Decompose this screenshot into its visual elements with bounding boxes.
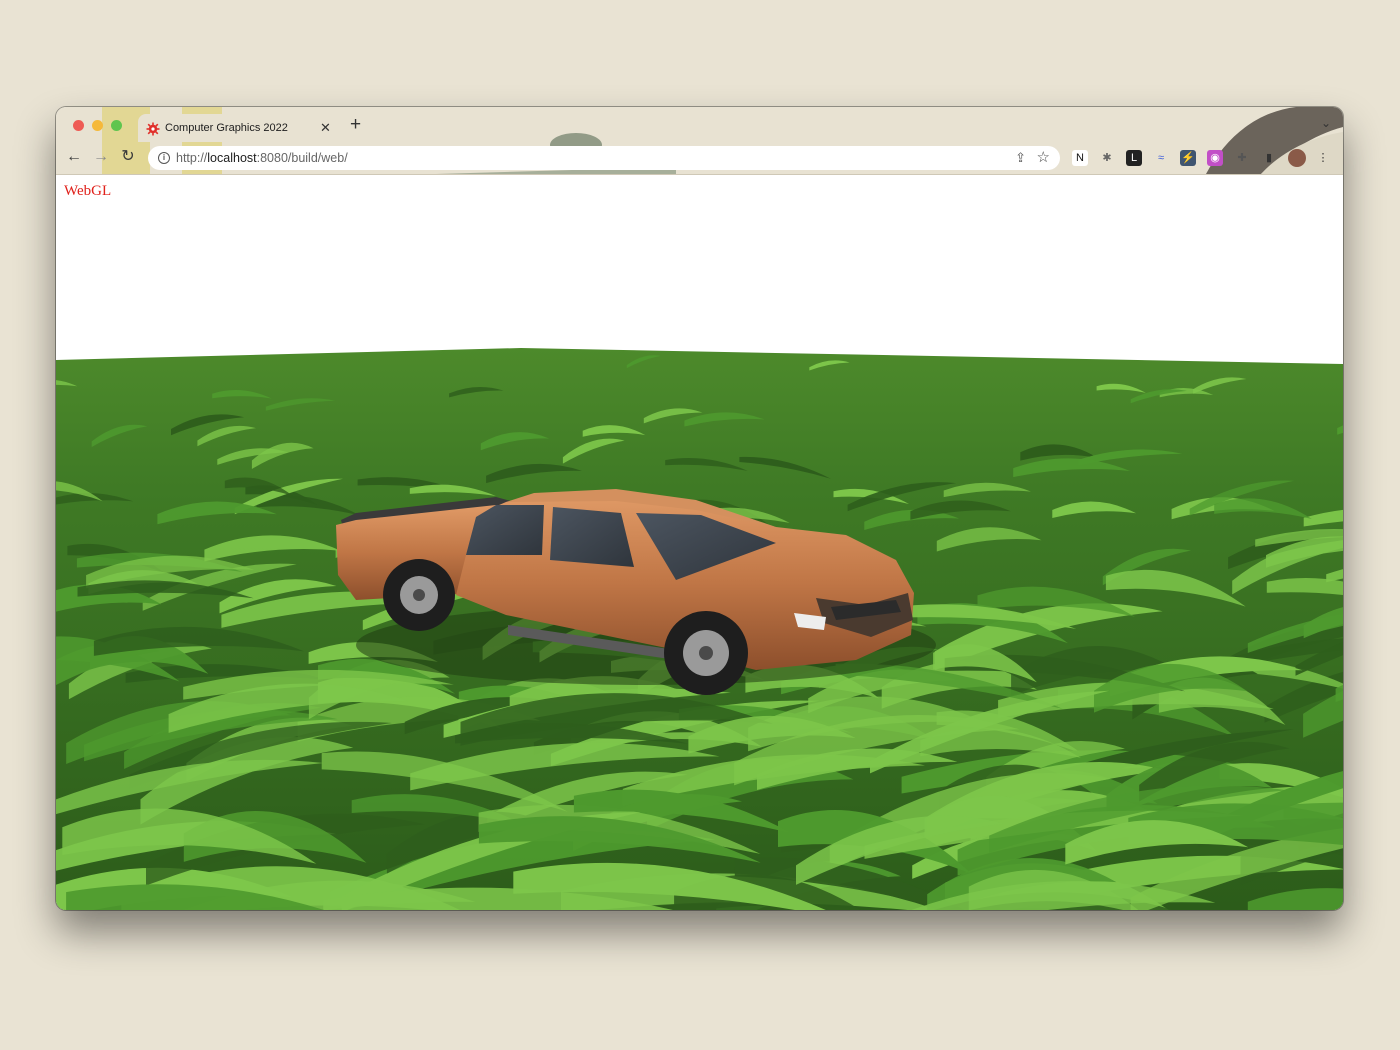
tab-computer-graphics[interactable]: Computer Graphics 2022 ✕ [138,114,338,142]
l-extension-icon[interactable]: L [1126,150,1142,166]
forward-button[interactable]: → [91,146,111,168]
bolt-icon[interactable]: ⚡ [1180,150,1196,166]
url-path: :8080/build/web/ [256,151,348,165]
webgl-title: WebGL [64,183,112,199]
site-info-icon[interactable]: i [158,152,170,164]
puzzle-icon[interactable]: ✚ [1234,150,1250,166]
menu-icon[interactable]: ⋮ [1315,150,1331,166]
page-content: WebGL [56,175,1343,910]
wave-icon[interactable]: ≈ [1153,150,1169,166]
browser-toolbar: Computer Graphics 2022 ✕ + ⌄ ← → ↻ i htt… [56,107,1343,175]
tab-title: Computer Graphics 2022 [165,122,288,134]
tab-close-icon[interactable]: ✕ [320,120,331,136]
bug-icon[interactable]: ✱ [1099,150,1115,166]
window-maximize-button[interactable] [111,120,122,131]
tab-list-chevron-icon[interactable]: ⌄ [1321,116,1331,130]
back-button[interactable]: ← [64,146,84,168]
webgl-canvas[interactable] [56,175,1343,910]
sidepanel-icon[interactable]: ▮ [1261,150,1277,166]
new-tab-button[interactable]: + [350,115,361,135]
window-close-button[interactable] [73,120,84,131]
address-bar[interactable]: i http://localhost:8080/build/web/ ⇪ ☆ [148,146,1060,170]
share-icon[interactable]: ⇪ [1015,150,1026,166]
notion-icon[interactable]: N [1072,150,1088,166]
url-host: localhost [207,151,257,165]
avatar[interactable] [1288,149,1306,167]
reload-button[interactable]: ↻ [118,146,138,168]
url-text[interactable]: http://localhost:8080/build/web/ [176,151,348,165]
url-scheme: http:// [176,151,208,165]
browser-window: Computer Graphics 2022 ✕ + ⌄ ← → ↻ i htt… [56,107,1343,910]
bookmark-star-icon[interactable]: ☆ [1037,148,1050,166]
robot-icon[interactable]: ◉ [1207,150,1223,166]
gear-virus-icon [146,122,160,136]
window-minimize-button[interactable] [92,120,103,131]
